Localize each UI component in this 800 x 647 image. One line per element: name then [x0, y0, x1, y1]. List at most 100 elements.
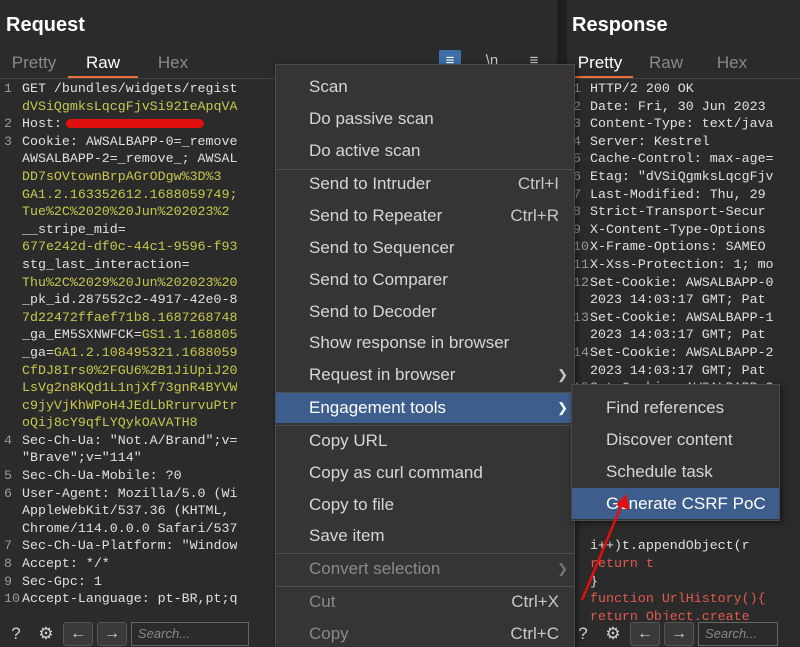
tab-hex[interactable]: Hex	[138, 52, 208, 78]
code-line: 1 HTTP/2 200 OK	[567, 80, 800, 98]
line-number	[0, 274, 22, 292]
line-number	[0, 98, 22, 116]
menu-item-copy-file[interactable]: Copy to file	[276, 490, 574, 520]
submenu-schedule-task[interactable]: Schedule task	[572, 456, 779, 487]
menu-item-send-decoder[interactable]: Send to Decoder	[276, 297, 574, 327]
response-title: Response	[572, 14, 668, 36]
menu-item-send-repeater[interactable]: Send to Repeater Ctrl+R	[276, 201, 574, 231]
line-number	[0, 397, 22, 415]
line-number	[0, 186, 22, 204]
code-text: Etag: "dVSiQgmksLqcgFjv	[590, 168, 774, 184]
code-text: __stripe_mid=	[22, 221, 126, 237]
help-icon[interactable]: ?	[3, 622, 29, 646]
menu-item-send-sequencer[interactable]: Send to Sequencer	[276, 233, 574, 263]
chevron-right-icon: ❯	[557, 561, 568, 576]
search-input[interactable]: Search...	[698, 621, 778, 646]
response-bottom-bar: ? ⚙ ← → Search...	[567, 620, 800, 647]
code-text: Server: Kestrel	[590, 133, 710, 149]
code-text: GA1.2.163352612.1688059749;	[22, 186, 238, 202]
code-text: stg_last_interaction=	[22, 256, 190, 272]
forward-button[interactable]: →	[664, 621, 694, 646]
line-number	[0, 414, 22, 432]
line-number	[0, 344, 22, 362]
line-number	[0, 221, 22, 239]
back-button[interactable]: ←	[630, 621, 660, 646]
code-text: Content-Type: text/java	[590, 116, 774, 132]
tab-raw[interactable]: Raw	[68, 52, 138, 78]
code-text: Sec-Gpc: 1	[22, 573, 102, 589]
code-text: Cookie: AWSALBAPP-0=_remove	[22, 133, 238, 149]
code-text: AppleWebKit/537.36 (KHTML,	[22, 503, 230, 519]
code-text: X-Content-Type-Options	[590, 221, 766, 237]
menu-item-convert-selection[interactable]: Convert selection ❯	[276, 554, 574, 584]
code-text: function UrlHistory(){	[590, 591, 766, 607]
menu-item-active-scan[interactable]: Do active scan	[276, 136, 574, 166]
code-text: User-Agent: Mozilla/5.0 (Wi	[22, 485, 238, 501]
code-text: CfDJ8Irs0%2FGU6%2B1JiUpiJ20	[22, 362, 238, 378]
code-text: HTTP/2 200 OK	[590, 81, 694, 96]
code-line: 11 X-Xss-Protection: 1; mo	[567, 256, 800, 274]
menu-item-send-intruder[interactable]: Send to Intruder Ctrl+I	[276, 169, 574, 199]
code-line: i++)t.appendObject(r	[567, 537, 800, 555]
menu-item-scan[interactable]: Scan	[276, 72, 574, 102]
submenu-generate-csrf-poc[interactable]: Generate CSRF PoC	[572, 488, 779, 519]
search-input[interactable]: Search...	[131, 621, 249, 646]
code-text: 2023 14:03:17 GMT; Pat	[590, 292, 766, 308]
line-number	[0, 238, 22, 256]
menu-item-request-in-browser[interactable]: Request in browser ❯	[276, 360, 574, 390]
code-text: Tue%2C%2020%20Jun%202023%2	[22, 204, 230, 220]
code-text: return t	[590, 556, 654, 572]
response-editor[interactable]: 1 HTTP/2 200 OK 2 Date: Fri, 30 Jun 2023 3 Co…	[567, 80, 800, 625]
code-text: Host:	[22, 115, 204, 133]
line-number: 2	[4, 116, 12, 132]
code-text: _pk_id.287552c2-4917-42e0-8	[22, 292, 238, 308]
code-line: 2023 14:03:17 GMT; Pat	[567, 362, 800, 380]
tab-pretty[interactable]: Pretty	[0, 52, 68, 78]
line-number: 7	[4, 538, 12, 554]
tab-hex[interactable]: Hex	[699, 52, 765, 78]
line-number	[0, 449, 22, 467]
code-text: i++)t.appendObject(r	[590, 538, 750, 554]
line-number: 6	[4, 485, 12, 501]
code-text: AWSALBAPP-2=_remove_; AWSAL	[22, 151, 238, 167]
line-number	[0, 379, 22, 397]
tab-pretty[interactable]: Pretty	[567, 52, 633, 78]
menu-item-copy-url[interactable]: Copy URL	[276, 426, 574, 456]
line-number	[0, 502, 22, 520]
line-number: 10	[4, 591, 20, 607]
code-text: LsVg2n8KQd1L1njXf73gnR4BYVW	[22, 380, 238, 396]
menu-item-copy-curl[interactable]: Copy as curl command	[276, 458, 574, 488]
line-number	[0, 150, 22, 168]
response-panel: Response Pretty Raw Hex 1 HTTP/2 200 OK 2 D…	[567, 0, 800, 647]
line-number: 9	[4, 573, 12, 589]
code-line: 4 Server: Kestrel	[567, 133, 800, 151]
gear-icon[interactable]: ⚙	[33, 622, 59, 646]
code-text: Cache-Control: max-age=	[590, 151, 774, 167]
submenu-discover-content[interactable]: Discover content	[572, 424, 779, 455]
code-line: 12 Set-Cookie: AWSALBAPP-0	[567, 274, 800, 292]
code-text: Last-Modified: Thu, 29	[590, 186, 766, 202]
code-text: Date: Fri, 30 Jun 2023	[590, 98, 766, 114]
forward-button[interactable]: →	[97, 621, 127, 646]
menu-item-cut[interactable]: Cut Ctrl+X	[276, 587, 574, 617]
menu-item-engagement-tools[interactable]: Engagement tools ❯	[276, 393, 574, 423]
menu-item-save-item[interactable]: Save item	[276, 521, 574, 551]
code-line: 8 Strict-Transport-Secur	[567, 203, 800, 221]
submenu-find-references[interactable]: Find references	[572, 392, 779, 423]
code-text: }	[590, 573, 598, 589]
tab-raw[interactable]: Raw	[633, 52, 699, 78]
code-line	[567, 520, 800, 538]
menu-item-show-response[interactable]: Show response in browser	[276, 328, 574, 358]
code-line: 3 Content-Type: text/java	[567, 115, 800, 133]
menu-item-passive-scan[interactable]: Do passive scan	[276, 104, 574, 134]
code-text: Sec-Ch-Ua: "Not.A/Brand";v=	[22, 432, 238, 448]
code-text: Sec-Ch-Ua-Platform: "Window	[22, 538, 238, 554]
code-text: Accept: */*	[22, 556, 110, 572]
menu-item-copy[interactable]: Copy Ctrl+C	[276, 619, 574, 647]
menu-item-send-comparer[interactable]: Send to Comparer	[276, 265, 574, 295]
code-line: }	[567, 573, 800, 591]
gear-icon[interactable]: ⚙	[600, 622, 626, 646]
back-button[interactable]: ←	[63, 621, 93, 646]
request-title: Request	[6, 14, 85, 36]
code-text: _ga=GA1.2.108495321.1688059	[22, 344, 238, 360]
